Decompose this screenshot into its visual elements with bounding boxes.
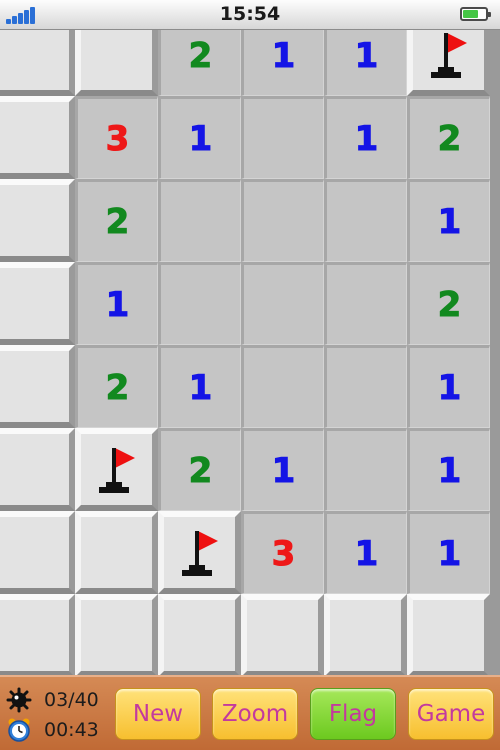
revealed-empty-cell[interactable] bbox=[241, 262, 324, 345]
status-time: 15:54 bbox=[219, 3, 281, 25]
unrevealed-cell[interactable] bbox=[0, 345, 75, 428]
mine-count-number: 1 bbox=[437, 533, 462, 574]
mine-count-number: 3 bbox=[271, 533, 296, 574]
flag-icon bbox=[430, 32, 467, 78]
unrevealed-cell[interactable] bbox=[75, 30, 158, 96]
flag-icon bbox=[181, 530, 218, 576]
mine-count-number: 2 bbox=[105, 367, 130, 408]
revealed-empty-cell[interactable] bbox=[241, 345, 324, 428]
revealed-empty-cell[interactable] bbox=[324, 428, 407, 511]
minefield-board[interactable]: 2 1 1 3 1 1 2 2 1 1 2 2 1 1 2 1 1 3 1 1 bbox=[0, 30, 500, 675]
revealed-number-cell[interactable]: 1 bbox=[241, 30, 324, 96]
mine-count-number: 1 bbox=[271, 35, 296, 76]
mine-count-number: 1 bbox=[105, 284, 130, 325]
revealed-number-cell[interactable]: 1 bbox=[407, 345, 490, 428]
mine-count-number: 2 bbox=[437, 118, 462, 159]
revealed-number-cell[interactable]: 2 bbox=[407, 96, 490, 179]
revealed-empty-cell[interactable] bbox=[158, 179, 241, 262]
revealed-number-cell[interactable]: 2 bbox=[75, 345, 158, 428]
timer-value: 00:43 bbox=[44, 719, 99, 741]
revealed-number-cell[interactable]: 1 bbox=[241, 428, 324, 511]
unrevealed-cell[interactable] bbox=[0, 594, 75, 675]
revealed-number-cell[interactable]: 2 bbox=[75, 179, 158, 262]
unrevealed-cell[interactable] bbox=[75, 511, 158, 594]
revealed-empty-cell[interactable] bbox=[241, 96, 324, 179]
bottom-toolbar: 03/40 00:43 New Zoom Flag Game bbox=[0, 675, 500, 750]
new-game-button[interactable]: New bbox=[115, 688, 201, 740]
revealed-empty-cell[interactable] bbox=[324, 345, 407, 428]
revealed-number-cell[interactable]: 3 bbox=[75, 96, 158, 179]
unrevealed-cell[interactable] bbox=[0, 262, 75, 345]
revealed-empty-cell[interactable] bbox=[241, 179, 324, 262]
unrevealed-cell[interactable] bbox=[0, 179, 75, 262]
revealed-empty-cell[interactable] bbox=[158, 262, 241, 345]
mine-count-number: 1 bbox=[354, 533, 379, 574]
revealed-number-cell[interactable]: 3 bbox=[241, 511, 324, 594]
status-bar: 15:54 bbox=[0, 0, 500, 30]
mine-count-number: 2 bbox=[188, 35, 213, 76]
revealed-number-cell[interactable]: 1 bbox=[158, 96, 241, 179]
unrevealed-cell[interactable] bbox=[0, 96, 75, 179]
revealed-empty-cell[interactable] bbox=[324, 179, 407, 262]
revealed-number-cell[interactable]: 1 bbox=[324, 511, 407, 594]
revealed-number-cell[interactable]: 2 bbox=[158, 30, 241, 96]
revealed-number-cell[interactable]: 2 bbox=[158, 428, 241, 511]
mine-count-number: 1 bbox=[188, 118, 213, 159]
revealed-number-cell[interactable]: 1 bbox=[324, 30, 407, 96]
unrevealed-cell[interactable] bbox=[158, 594, 241, 675]
revealed-number-cell[interactable]: 1 bbox=[407, 428, 490, 511]
revealed-number-cell[interactable]: 1 bbox=[407, 511, 490, 594]
revealed-number-cell[interactable]: 1 bbox=[75, 262, 158, 345]
mine-count-number: 2 bbox=[437, 284, 462, 325]
battery-icon bbox=[460, 7, 491, 21]
unrevealed-cell[interactable] bbox=[0, 511, 75, 594]
mine-count-number: 2 bbox=[188, 450, 213, 491]
flagged-cell[interactable] bbox=[407, 30, 490, 96]
zoom-button[interactable]: Zoom bbox=[212, 688, 298, 740]
flag-mode-button[interactable]: Flag bbox=[310, 688, 396, 740]
mine-count-number: 2 bbox=[105, 201, 130, 242]
unrevealed-cell[interactable] bbox=[324, 594, 407, 675]
mines-counter-value: 03/40 bbox=[44, 689, 99, 711]
mine-count-number: 1 bbox=[188, 367, 213, 408]
mine-count-number: 1 bbox=[354, 118, 379, 159]
revealed-number-cell[interactable]: 1 bbox=[324, 96, 407, 179]
flagged-cell[interactable] bbox=[75, 428, 158, 511]
revealed-empty-cell[interactable] bbox=[324, 262, 407, 345]
mine-count-number: 1 bbox=[437, 367, 462, 408]
game-timer: 00:43 bbox=[6, 715, 99, 745]
game-menu-button[interactable]: Game bbox=[408, 688, 494, 740]
flag-icon bbox=[98, 447, 135, 493]
mine-count-number: 1 bbox=[354, 35, 379, 76]
revealed-number-cell[interactable]: 1 bbox=[158, 345, 241, 428]
unrevealed-cell[interactable] bbox=[241, 594, 324, 675]
mine-count-number: 1 bbox=[437, 201, 462, 242]
mines-counter: 03/40 bbox=[6, 685, 99, 715]
mine-count-number: 1 bbox=[271, 450, 296, 491]
mine-icon bbox=[6, 687, 32, 713]
mine-count-number: 1 bbox=[437, 450, 462, 491]
battery-level bbox=[463, 10, 479, 18]
unrevealed-cell[interactable] bbox=[407, 594, 490, 675]
unrevealed-cell[interactable] bbox=[75, 594, 158, 675]
alarm-clock-icon bbox=[8, 718, 30, 742]
mine-count-number: 3 bbox=[105, 118, 130, 159]
unrevealed-cell[interactable] bbox=[0, 428, 75, 511]
revealed-number-cell[interactable]: 2 bbox=[407, 262, 490, 345]
flagged-cell[interactable] bbox=[158, 511, 241, 594]
revealed-number-cell[interactable]: 1 bbox=[407, 179, 490, 262]
unrevealed-cell[interactable] bbox=[0, 30, 75, 96]
